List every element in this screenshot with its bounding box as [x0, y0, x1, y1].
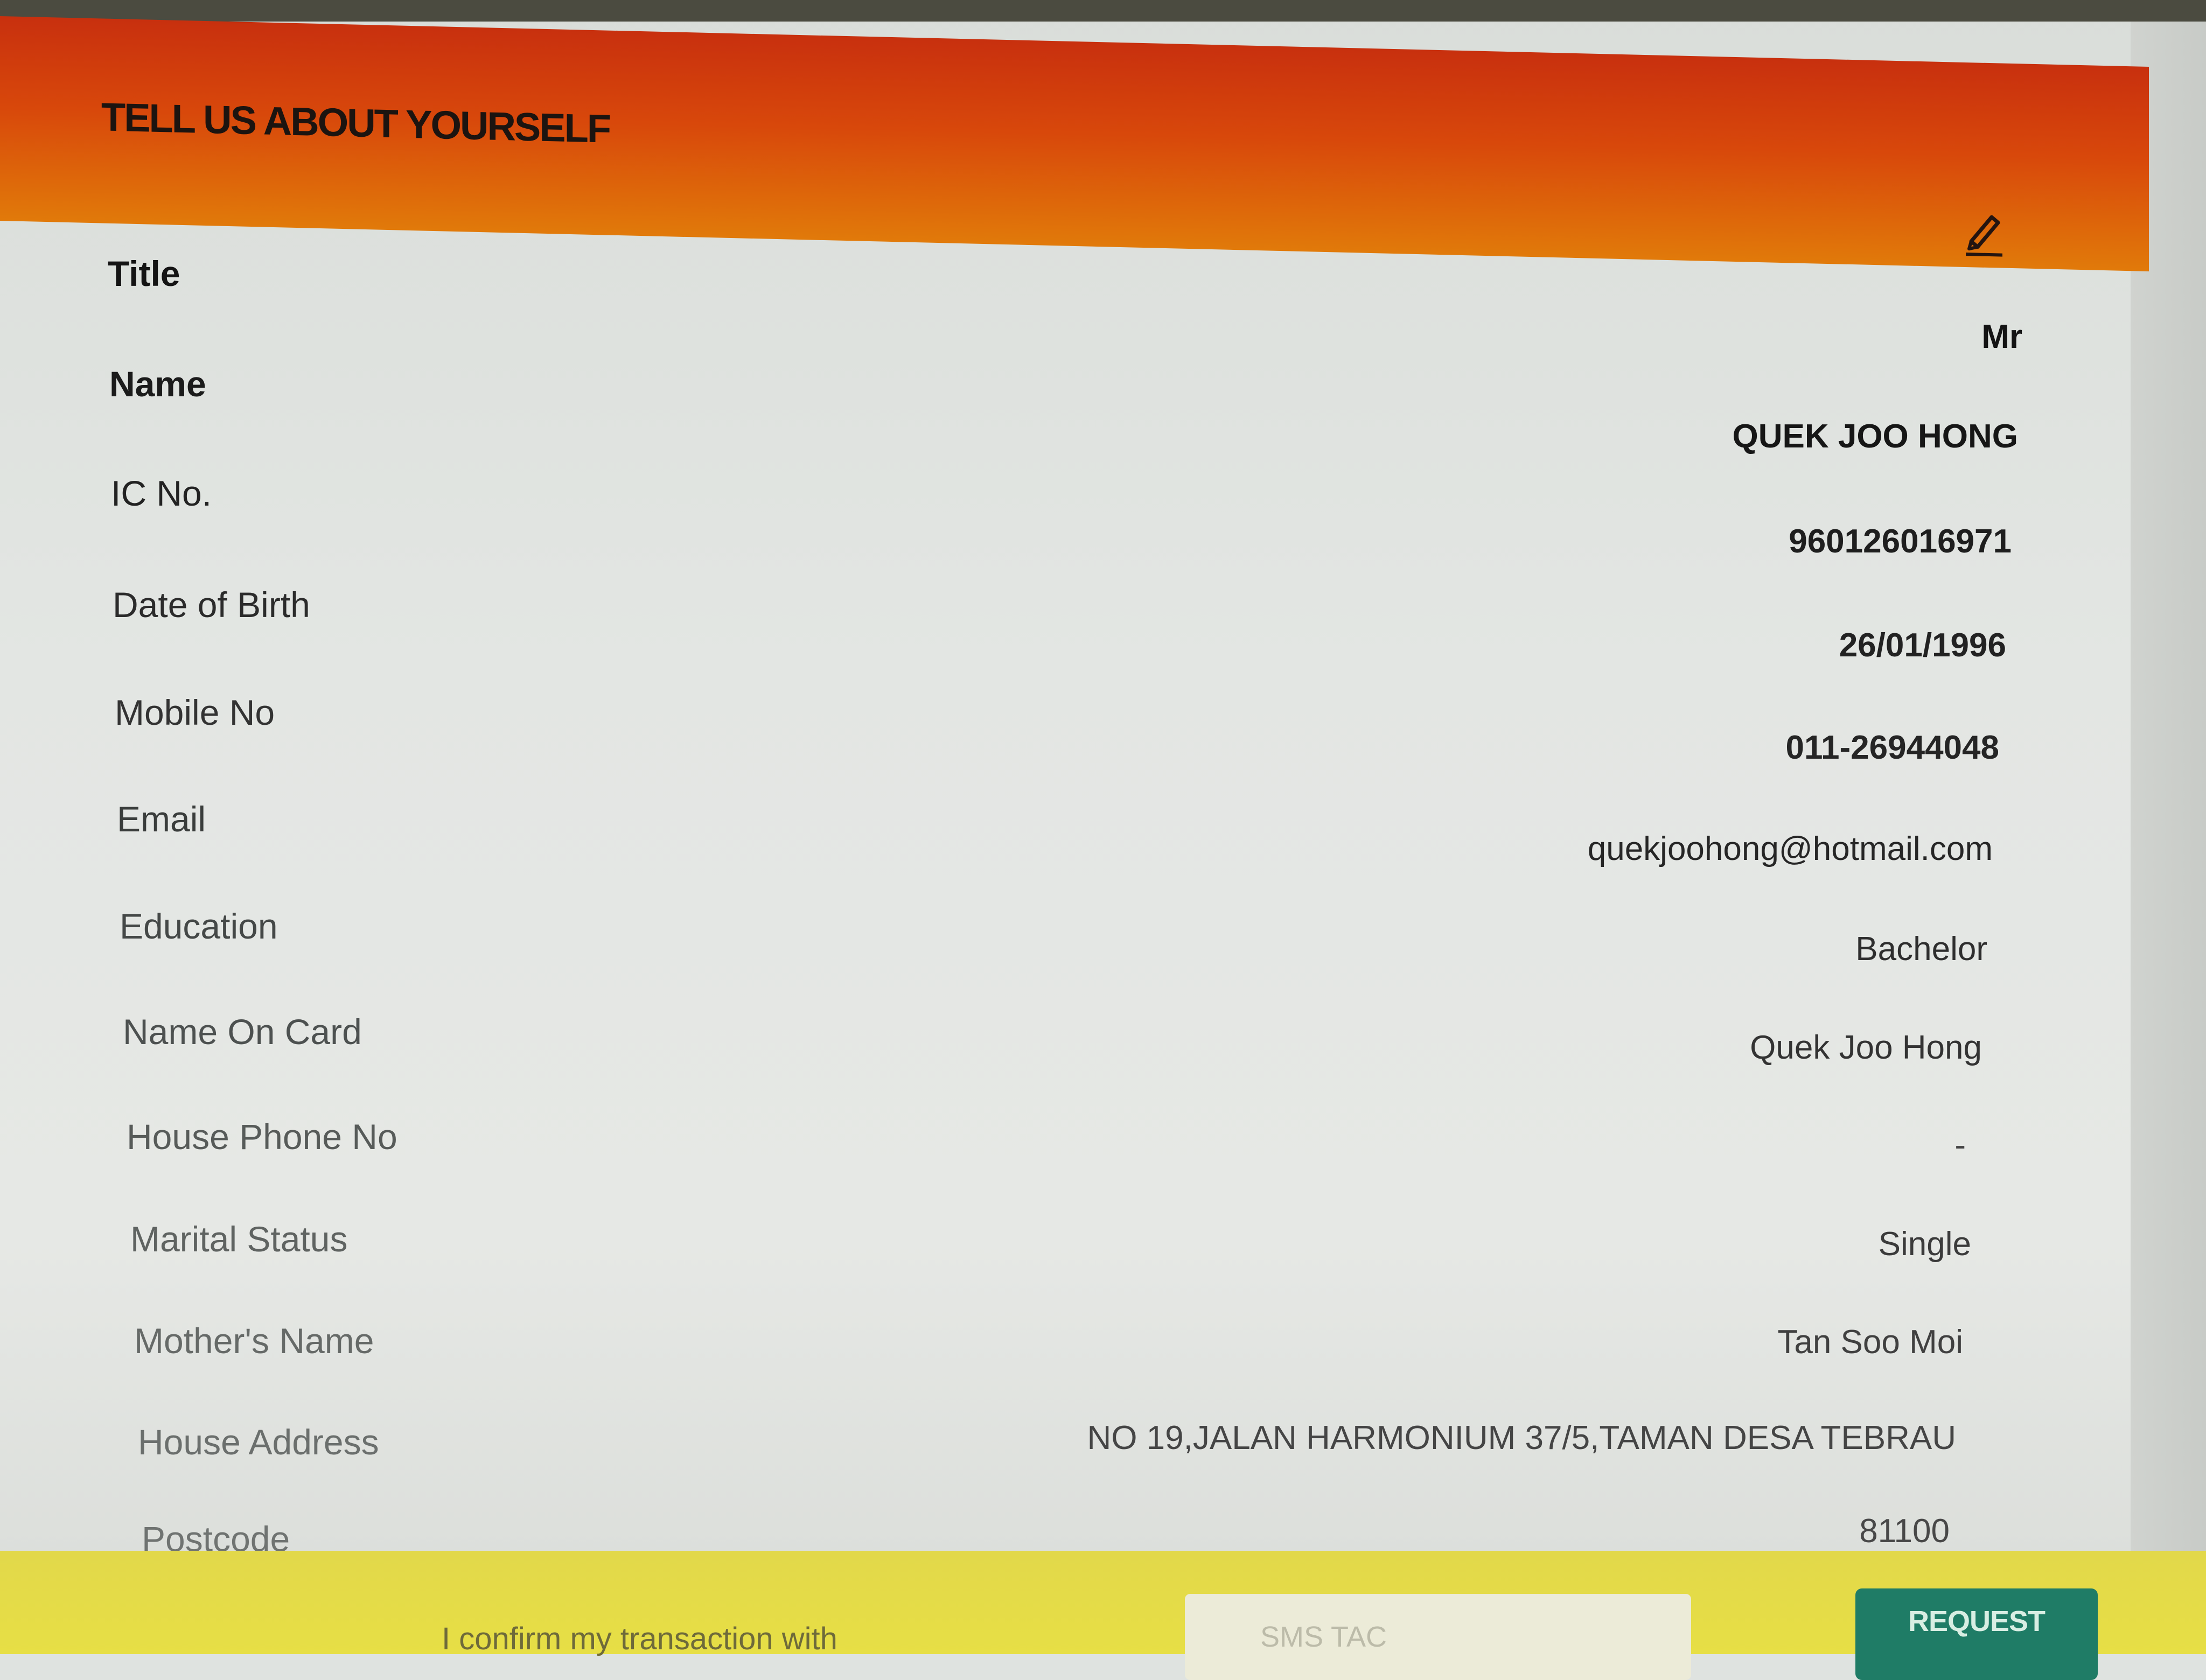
- name-value: QUEK JOO HONG: [1732, 418, 2018, 455]
- sms-tac-input[interactable]: [1185, 1594, 1691, 1680]
- house-phone-label: House Phone No: [127, 1117, 397, 1157]
- ic-number-row: IC No. 960126016971: [0, 473, 2144, 580]
- name-label: Name: [109, 364, 206, 404]
- house-address-row: House Address NO 19,JALAN HARMONIUM 37/5…: [0, 1419, 2144, 1529]
- education-value: Bachelor: [1855, 930, 1987, 968]
- title-label: Title: [108, 254, 180, 293]
- email-row: Email quekjoohong@hotmail.com: [0, 799, 2144, 906]
- date-of-birth-row: Date of Birth 26/01/1996: [0, 584, 2144, 692]
- personal-details-list: Title Mr Name QUEK JOO HONG IC No. 96012…: [0, 232, 2144, 1559]
- mobile-number-row: Mobile No 011-26944048: [0, 692, 2144, 800]
- house-address-value: NO 19,JALAN HARMONIUM 37/5,TAMAN DESA TE…: [1087, 1419, 1956, 1457]
- mothers-name-label: Mother's Name: [134, 1321, 374, 1361]
- marital-status-row: Marital Status Single: [0, 1219, 2144, 1326]
- postcode-value: 81100: [1859, 1513, 1950, 1550]
- house-address-label: House Address: [138, 1422, 379, 1462]
- education-label: Education: [120, 906, 278, 946]
- marital-status-value: Single: [1878, 1226, 1971, 1263]
- confirm-transaction-text: I confirm my transaction with: [442, 1621, 837, 1656]
- request-tac-button[interactable]: REQUEST: [1855, 1588, 2098, 1680]
- mothers-name-row: Mother's Name Tan Soo Moi: [0, 1320, 2144, 1428]
- mothers-name-value: Tan Soo Moi: [1777, 1324, 1963, 1361]
- email-value: quekjoohong@hotmail.com: [1587, 830, 1993, 867]
- marital-status-label: Marital Status: [130, 1219, 348, 1259]
- ic-number-label: IC No.: [111, 473, 212, 513]
- house-phone-value: -: [1954, 1126, 1966, 1164]
- education-row: Education Bachelor: [0, 906, 2144, 1013]
- confirmation-bar: I confirm my transaction with REQUEST: [0, 1551, 2206, 1680]
- date-of-birth-value: 26/01/1996: [1839, 627, 2006, 664]
- house-phone-row: House Phone No -: [0, 1116, 2144, 1224]
- date-of-birth-label: Date of Birth: [113, 585, 310, 625]
- ic-number-value: 960126016971: [1789, 523, 2012, 560]
- title-value: Mr: [1981, 318, 2022, 355]
- title-row: Title Mr: [0, 253, 2144, 361]
- email-label: Email: [117, 799, 206, 839]
- name-row: Name QUEK JOO HONG: [0, 363, 2144, 471]
- section-title: TELL US ABOUT YOURSELF: [101, 94, 610, 151]
- name-on-card-label: Name On Card: [123, 1012, 362, 1052]
- name-on-card-value: Quek Joo Hong: [1750, 1029, 1982, 1066]
- mobile-number-value: 011-26944048: [1785, 729, 1999, 766]
- mobile-number-label: Mobile No: [115, 692, 275, 732]
- top-shadow: [0, 0, 2206, 22]
- name-on-card-row: Name On Card Quek Joo Hong: [0, 1011, 2144, 1119]
